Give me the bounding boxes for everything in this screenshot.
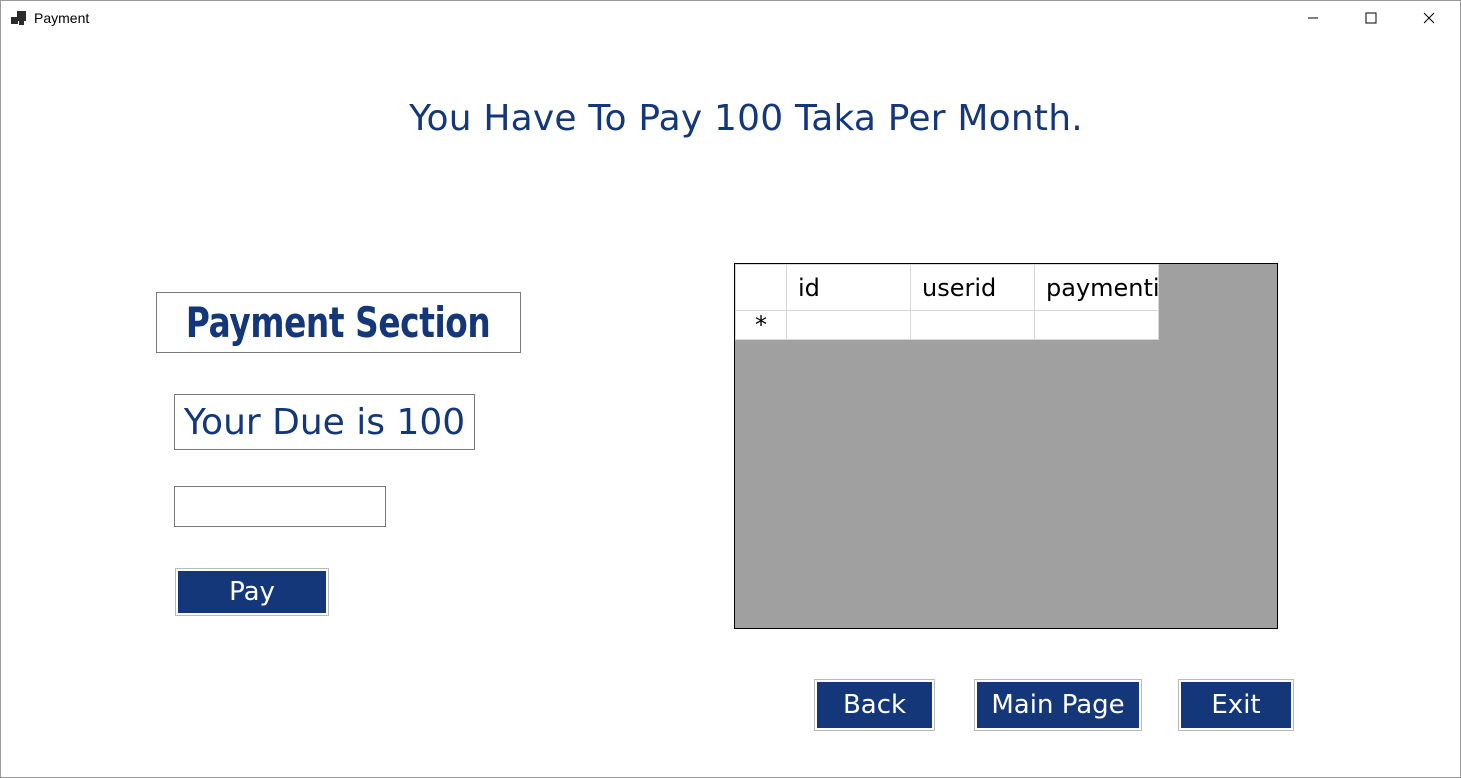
amount-input[interactable]: [174, 486, 386, 527]
payment-section-title: Payment Section: [186, 298, 491, 347]
new-row-marker: *: [735, 310, 787, 340]
payments-grid[interactable]: id userid paymenti *: [734, 263, 1278, 629]
due-label: Your Due is 100: [174, 394, 475, 450]
app-icon: [11, 11, 27, 25]
pay-button[interactable]: Pay: [175, 568, 329, 616]
grid-cell[interactable]: [1034, 310, 1159, 340]
minimize-icon: [1308, 17, 1318, 19]
main-page-button[interactable]: Main Page: [974, 679, 1142, 731]
back-button[interactable]: Back: [814, 679, 935, 731]
grid-cell[interactable]: [910, 310, 1035, 340]
column-header-id[interactable]: id: [786, 264, 911, 311]
grid-corner-cell[interactable]: [735, 264, 787, 311]
grid-new-row[interactable]: *: [735, 310, 1159, 340]
window-title: Payment: [34, 10, 90, 26]
maximize-button[interactable]: [1342, 0, 1400, 36]
column-header-userid[interactable]: userid: [910, 264, 1035, 311]
grid-header-row: id userid paymenti: [735, 264, 1159, 311]
grid-cell[interactable]: [786, 310, 911, 340]
close-icon: [1423, 12, 1435, 24]
exit-button[interactable]: Exit: [1178, 679, 1294, 731]
payment-section-label: Payment Section: [156, 292, 521, 353]
maximize-icon: [1365, 12, 1377, 24]
title-bar: Payment: [0, 0, 1461, 36]
monthly-fee-heading: You Have To Pay 100 Taka Per Month.: [409, 98, 1083, 139]
column-header-paymentid[interactable]: paymenti: [1034, 264, 1159, 311]
payments-table: id userid paymenti *: [735, 264, 1159, 340]
minimize-button[interactable]: [1284, 0, 1342, 36]
close-button[interactable]: [1400, 0, 1458, 36]
due-text: Your Due is 100: [183, 401, 466, 443]
